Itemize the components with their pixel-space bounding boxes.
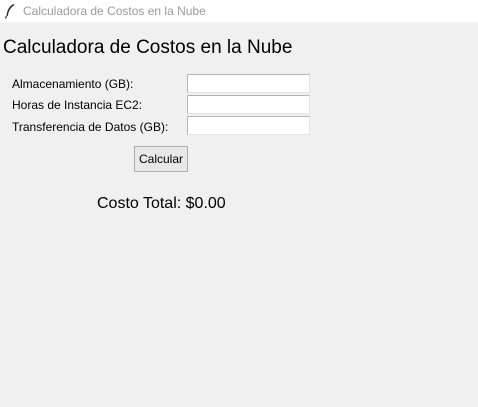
calculate-button[interactable]: Calcular [134,146,188,172]
main-window: Calculadora de Costos en la Nube Almacen… [0,23,478,407]
total-cost-display: Costo Total: $0.00 [97,195,226,213]
data-transfer-label: Transferencia de Datos (GB): [12,120,169,134]
ec2-hours-label: Horas de Instancia EC2: [12,98,143,112]
total-cost-value: $0.00 [185,195,226,212]
feather-icon [4,4,15,19]
title-bar: Calculadora de Costos en la Nube [0,0,478,23]
app-heading: Calculadora de Costos en la Nube [3,37,293,58]
window-title: Calculadora de Costos en la Nube [23,4,206,18]
data-transfer-input[interactable] [187,116,310,135]
total-cost-label: Costo Total: [97,195,186,212]
ec2-hours-input[interactable] [187,95,310,114]
storage-input[interactable] [187,74,310,93]
storage-label: Almacenamiento (GB): [12,77,134,91]
